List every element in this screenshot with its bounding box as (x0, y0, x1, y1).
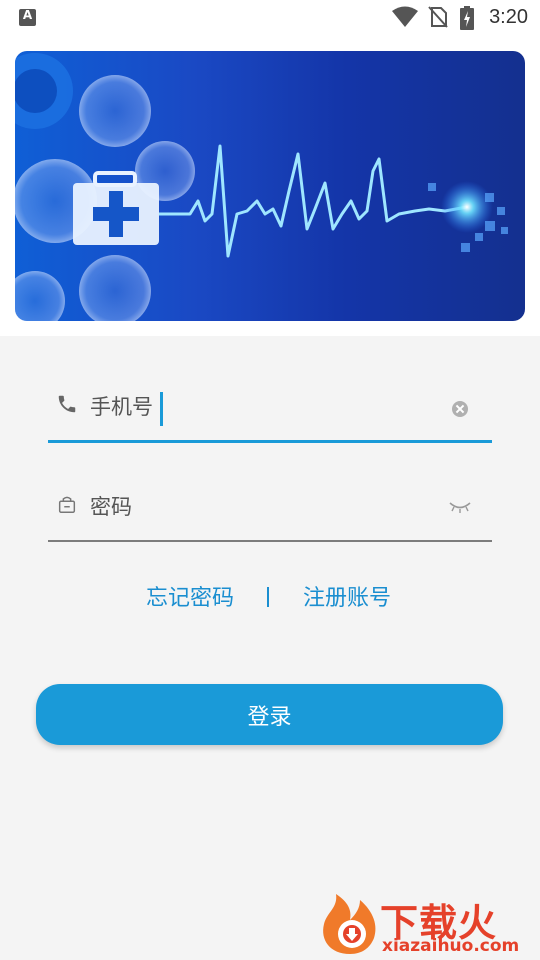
clear-icon[interactable] (452, 401, 468, 417)
password-input[interactable] (90, 488, 420, 526)
text-input-icon (19, 8, 36, 26)
watermark-url: xiazaihuo.com (382, 936, 520, 956)
phone-input[interactable] (90, 388, 420, 426)
flame-logo-icon (323, 894, 376, 954)
phone-field[interactable] (48, 380, 492, 443)
wifi-icon (392, 6, 418, 27)
no-sim-icon (428, 6, 448, 28)
register-link[interactable]: 注册账号 (303, 580, 391, 612)
watermark-logo: 下载火 xiazaihuo.com (318, 888, 538, 958)
banner-image (15, 53, 508, 321)
auth-links: 忘记密码 注册账号 (0, 580, 540, 614)
banner-carousel[interactable] (15, 51, 525, 321)
status-bar: 3:20 (0, 0, 540, 36)
eye-closed-icon[interactable] (448, 500, 472, 514)
lock-icon (58, 496, 76, 513)
battery-charging-icon (460, 6, 474, 30)
text-cursor (160, 392, 163, 426)
header-area: 3:20 (0, 0, 540, 336)
password-field[interactable] (48, 480, 492, 542)
status-time: 3:20 (489, 6, 528, 28)
link-separator (267, 587, 269, 607)
phone-icon (58, 395, 76, 413)
login-button[interactable]: 登录 (36, 684, 503, 745)
forgot-password-link[interactable]: 忘记密码 (146, 580, 234, 612)
